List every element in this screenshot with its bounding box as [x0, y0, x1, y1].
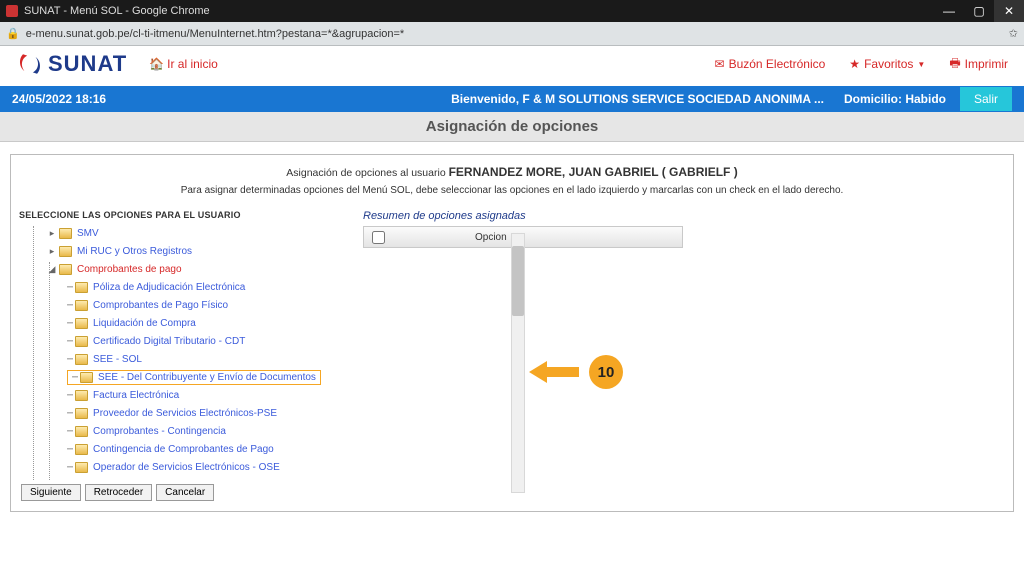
tree-label: Comprobantes de Pago Físico [93, 300, 228, 311]
options-panel: Asignación de opciones al usuario FERNAN… [10, 154, 1014, 512]
tree-label: Contingencia de Comprobantes de Pago [93, 444, 274, 455]
page-title: Asignación de opciones [0, 112, 1024, 142]
sunat-logo-text: SUNAT [48, 51, 127, 77]
folder-icon [59, 264, 72, 275]
print-icon: 🖶 [949, 54, 960, 75]
tree-label: SMV [77, 228, 99, 239]
mail-icon: ✉ [715, 57, 725, 71]
tree-item[interactable]: ⋯Comprobantes de Pago Físico [29, 296, 329, 314]
folder-icon [80, 372, 93, 383]
salir-button[interactable]: Salir [960, 87, 1012, 111]
select-all-checkbox[interactable] [372, 231, 385, 244]
tree-item-see-contribuyente[interactable]: ⋯SEE - Del Contribuyente y Envío de Docu… [29, 368, 329, 386]
imprimir-label: Imprimir [965, 57, 1008, 71]
opcion-header-label: Opcion [475, 232, 507, 243]
expand-icon[interactable]: ▸ [47, 228, 57, 239]
folder-icon [75, 282, 88, 293]
sunat-logo: SUNAT [16, 50, 127, 78]
cancelar-button[interactable]: Cancelar [156, 484, 214, 501]
window-minimize[interactable]: — [934, 0, 964, 22]
welcome-text: Bienvenido, F & M SOLUTIONS SERVICE SOCI… [451, 92, 824, 106]
arrow-left-icon [529, 361, 579, 383]
tree-label: Liquidación de Compra [93, 318, 196, 329]
lock-icon: 🔒 [6, 27, 20, 40]
sunat-mark-icon [16, 50, 44, 78]
folder-icon [75, 336, 88, 347]
step-badge: 10 [589, 355, 623, 389]
tree-item-comprobantes[interactable]: ◢Comprobantes de pago [29, 260, 329, 278]
tree-item[interactable]: ⋯Póliza de Adjudicación Electrónica [29, 278, 329, 296]
home-link[interactable]: 🏠 Ir al inicio [149, 57, 218, 71]
buzon-link[interactable]: ✉ Buzón Electrónico [715, 57, 826, 71]
tree-label: Proveedor de Servicios Electrónicos-PSE [93, 408, 277, 419]
tree-label: Comprobantes - Contingencia [93, 426, 226, 437]
tree-item[interactable]: ⋯Proveedor de Servicios Electrónicos-PSE [29, 404, 329, 422]
tree-item-smv[interactable]: ▸ SMV [29, 224, 329, 242]
address-bar: 🔒 e-menu.sunat.gob.pe/cl-ti-itmenu/MenuI… [0, 22, 1024, 46]
star-icon: ★ [849, 57, 860, 71]
folder-icon [75, 444, 88, 455]
tree-item[interactable]: ⋯Certificado Digital Tributario - CDT [29, 332, 329, 350]
tree-item-mi-ruc[interactable]: ▸ Mi RUC y Otros Registros [29, 242, 329, 260]
window-maximize[interactable]: ▢ [964, 0, 994, 22]
step-annotation: 10 [529, 355, 623, 389]
siguiente-button[interactable]: Siguiente [21, 484, 81, 501]
folder-icon [75, 408, 88, 419]
tree-scrollbar[interactable] [511, 233, 525, 493]
folder-icon [59, 228, 72, 239]
retroceder-button[interactable]: Retroceder [85, 484, 152, 501]
left-subtitle: SELECCIONE LAS OPCIONES PARA EL USUARIO [19, 210, 329, 220]
tree-label: Sistema Emisión Electrónica - OSE [93, 480, 250, 481]
assign-user: FERNANDEZ MORE, JUAN GABRIEL ( GABRIELF … [449, 165, 738, 179]
buzon-label: Buzón Electrónico [729, 57, 826, 71]
tree-item[interactable]: ⋯SEE - SOL [29, 350, 329, 368]
assign-prefix: Asignación de opciones al usuario [286, 167, 445, 179]
folder-icon [75, 480, 88, 481]
tree-item[interactable]: ⋯Sistema Emisión Electrónica - OSE [29, 476, 329, 480]
favoritos-link[interactable]: ★ Favoritos ▼ [849, 57, 925, 71]
domicilio-text: Domicilio: Habido [844, 92, 946, 106]
chevron-down-icon: ▼ [917, 60, 925, 69]
expand-icon[interactable]: ▸ [47, 246, 57, 257]
imprimir-link[interactable]: 🖶 Imprimir [949, 54, 1008, 75]
window-titlebar: SUNAT - Menú SOL - Google Chrome — ▢ ✕ [0, 0, 1024, 22]
folder-icon [75, 318, 88, 329]
folder-icon [75, 300, 88, 311]
tree-item[interactable]: ⋯Contingencia de Comprobantes de Pago [29, 440, 329, 458]
tree-label: Mi RUC y Otros Registros [77, 246, 192, 257]
folder-icon [75, 462, 88, 473]
folder-icon [75, 426, 88, 437]
tree-label: SEE - Del Contribuyente y Envío de Docum… [98, 372, 316, 383]
window-title: SUNAT - Menú SOL - Google Chrome [24, 5, 210, 17]
tree-label: Póliza de Adjudicación Electrónica [93, 282, 245, 293]
scroll-thumb[interactable] [512, 246, 524, 316]
favoritos-label: Favoritos [864, 57, 913, 71]
options-tree[interactable]: ▸ SMV ▸ Mi RUC y Otros Registros ◢Comproba… [19, 224, 329, 480]
datetime-text: 24/05/2022 18:16 [12, 92, 106, 106]
status-bar: 24/05/2022 18:16 Bienvenido, F & M SOLUT… [0, 86, 1024, 112]
tree-item[interactable]: ⋯Liquidación de Compra [29, 314, 329, 332]
home-icon: 🏠 [149, 57, 164, 71]
assign-subtext: Para asignar determinadas opciones del M… [17, 185, 1007, 196]
folder-icon [75, 390, 88, 401]
favicon [6, 5, 18, 17]
folder-icon [59, 246, 72, 257]
tree-label: Comprobantes de pago [77, 264, 182, 275]
tree-label: Certificado Digital Tributario - CDT [93, 336, 245, 347]
assign-heading: Asignación de opciones al usuario FERNAN… [17, 165, 1007, 179]
tree-label: Operador de Servicios Electrónicos - OSE [93, 462, 280, 473]
tree-item[interactable]: ⋯Factura Electrónica [29, 386, 329, 404]
resumen-link[interactable]: Resumen de opciones asignadas [363, 210, 1005, 222]
bookmark-star-icon[interactable]: ✩ [1009, 27, 1018, 40]
window-close[interactable]: ✕ [994, 0, 1024, 22]
folder-icon [75, 354, 88, 365]
home-link-label: Ir al inicio [167, 57, 218, 71]
tree-item[interactable]: ⋯Comprobantes - Contingencia [29, 422, 329, 440]
url-text[interactable]: e-menu.sunat.gob.pe/cl-ti-itmenu/MenuInt… [26, 28, 405, 40]
tree-label: Factura Electrónica [93, 390, 179, 401]
tree-label: SEE - SOL [93, 354, 142, 365]
tree-item[interactable]: ⋯Operador de Servicios Electrónicos - OS… [29, 458, 329, 476]
app-header: SUNAT 🏠 Ir al inicio ✉ Buzón Electrónico… [0, 46, 1024, 86]
